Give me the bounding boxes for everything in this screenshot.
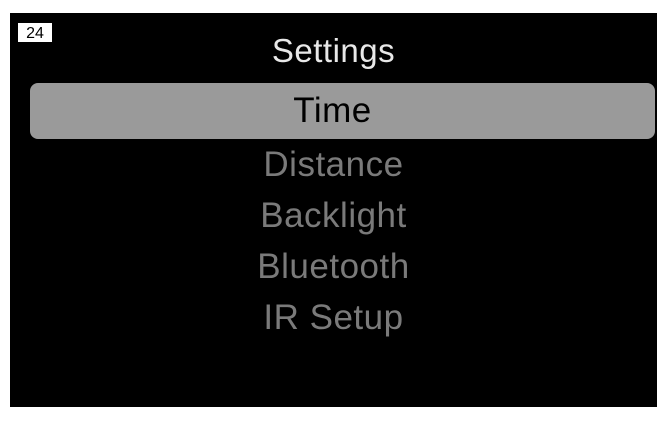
menu-item-time[interactable]: Time xyxy=(30,83,655,139)
settings-screen: 24 Settings Time Distance Backlight Blue… xyxy=(10,13,657,407)
menu-item-bluetooth[interactable]: Bluetooth xyxy=(10,241,657,292)
menu-item-backlight[interactable]: Backlight xyxy=(10,190,657,241)
menu-item-ir-setup[interactable]: IR Setup xyxy=(10,292,657,343)
page-title: Settings xyxy=(271,32,396,69)
settings-menu: Time Distance Backlight Bluetooth IR Set… xyxy=(10,83,657,343)
menu-item-distance[interactable]: Distance xyxy=(10,139,657,190)
device-frame: 24 Settings Time Distance Backlight Blue… xyxy=(0,0,667,421)
